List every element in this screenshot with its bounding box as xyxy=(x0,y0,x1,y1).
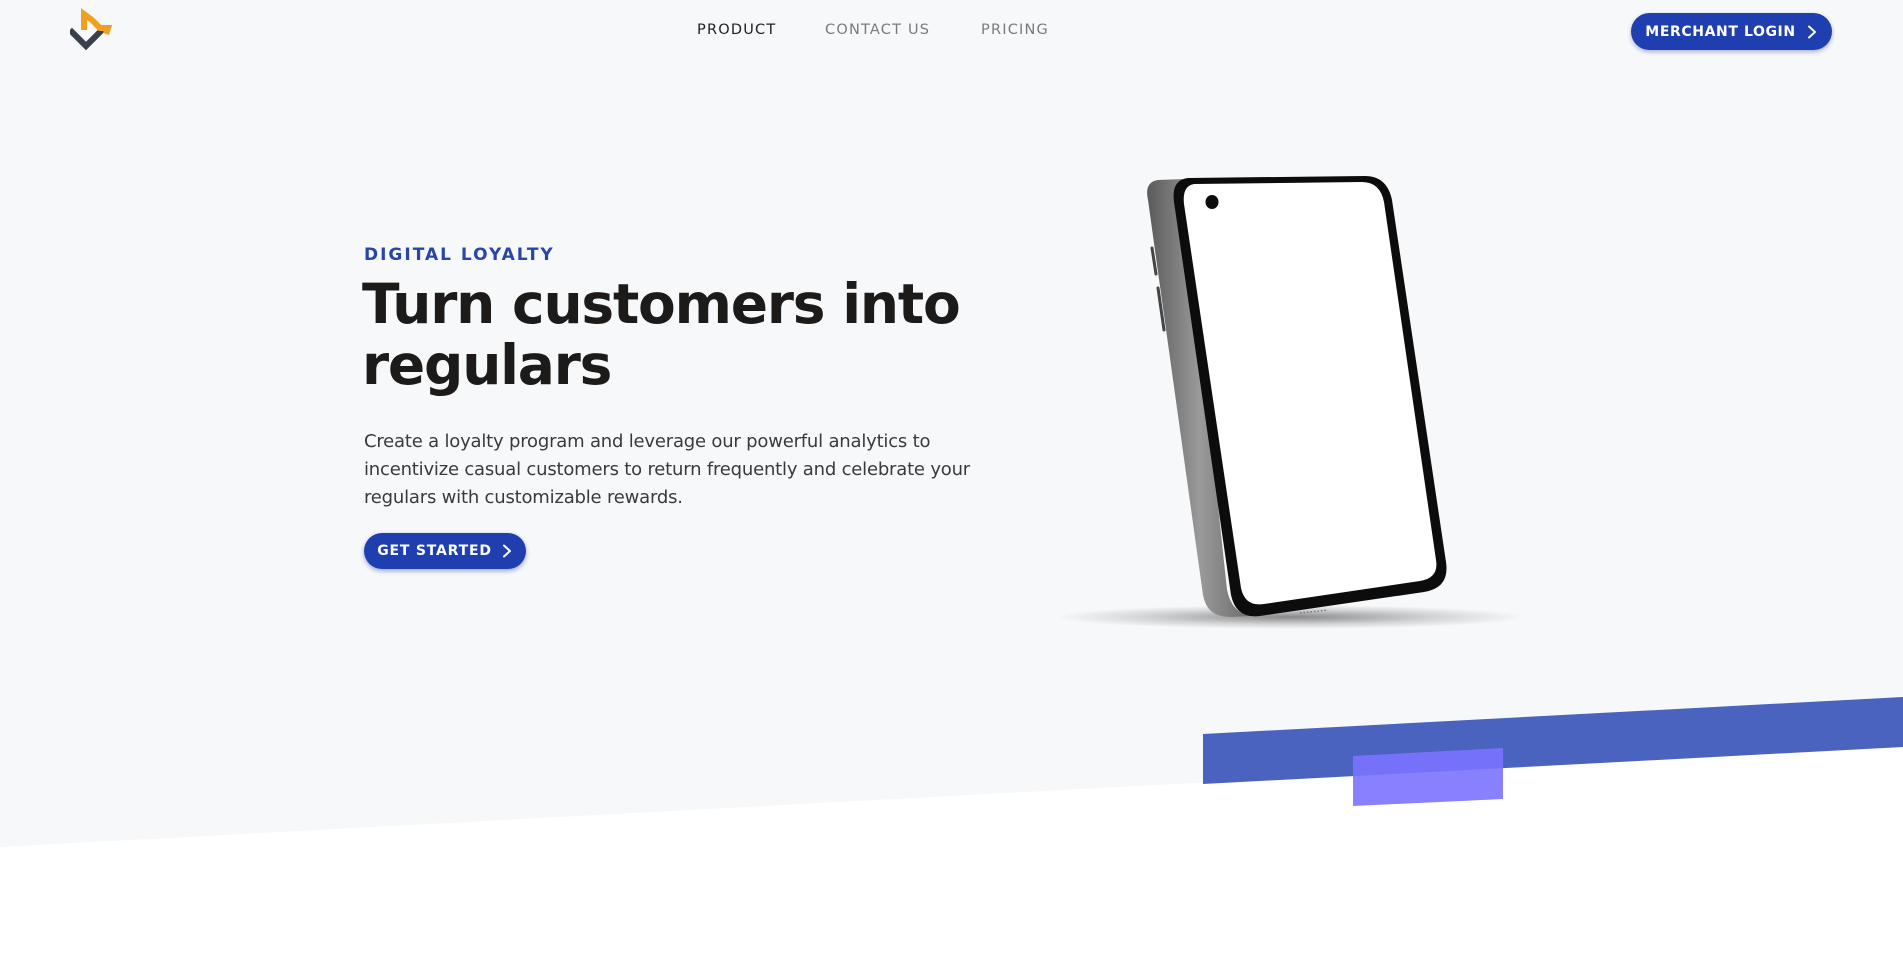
chevron-right-icon xyxy=(502,544,511,558)
phone-camera xyxy=(1205,195,1219,209)
smartphone-illustration xyxy=(1060,176,1525,629)
get-started-button[interactable]: GET STARTED xyxy=(364,533,526,569)
hero-description: Create a loyalty program and leverage ou… xyxy=(364,431,971,508)
nav-product[interactable]: PRODUCT xyxy=(697,22,776,38)
nav-contact-us[interactable]: CONTACT US xyxy=(825,22,930,38)
merchant-login-button[interactable]: MERCHANT LOGIN xyxy=(1631,13,1832,50)
merchant-login-label: MERCHANT LOGIN xyxy=(1645,23,1796,40)
site-header: PRODUCT CONTACT US PRICING MERCHANT LOGI… xyxy=(0,0,1903,62)
main-nav: PRODUCT CONTACT US PRICING xyxy=(0,22,1903,42)
get-started-label: GET STARTED xyxy=(377,543,492,559)
nav-pricing[interactable]: PRICING xyxy=(981,22,1049,38)
chevron-right-icon xyxy=(1807,25,1816,38)
landing-page: PRODUCT CONTACT US PRICING MERCHANT LOGI… xyxy=(0,0,1903,968)
hero-headline: Turn customers into regulars xyxy=(362,272,961,397)
hero-eyebrow: DIGITAL LOYALTY xyxy=(364,245,555,265)
